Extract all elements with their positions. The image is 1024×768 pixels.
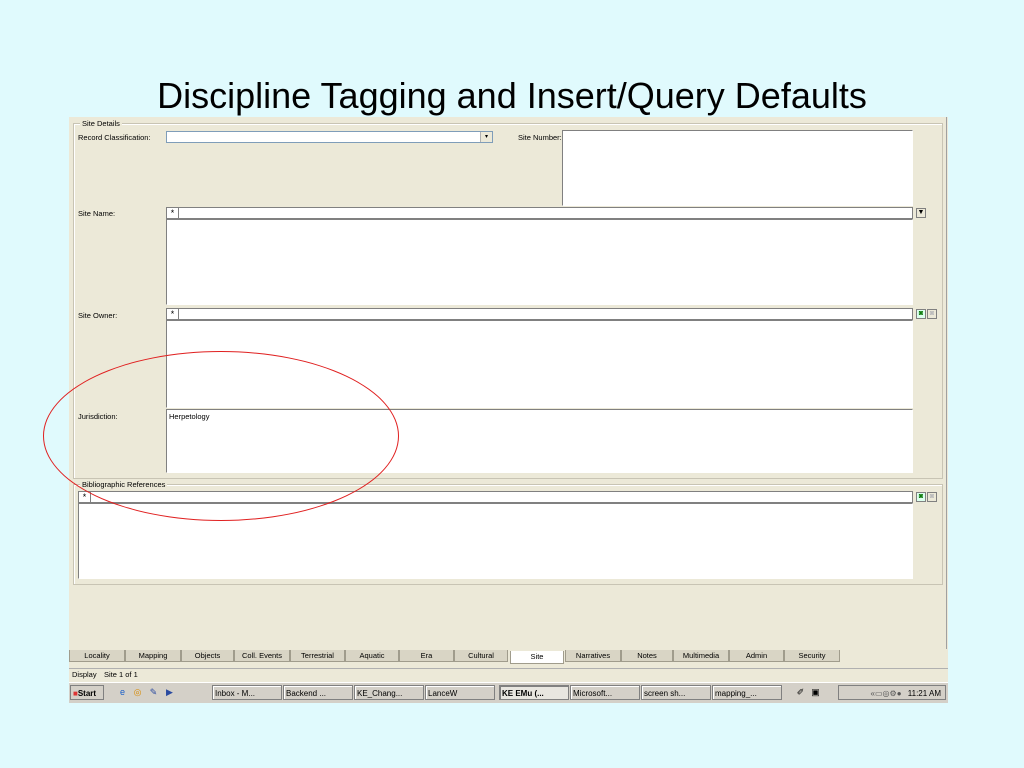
site-number-label: Site Number:	[518, 133, 562, 142]
attach-icon[interactable]: ◙	[916, 492, 926, 502]
status-record: Site 1 of 1	[104, 670, 138, 679]
module-tabs: Locality Mapping Objects Coll. Events Te…	[69, 649, 948, 664]
windows-taskbar: ■Start e ◎ ✎ ▶ Inbox - M... Backend ... …	[69, 682, 948, 703]
record-classification-select[interactable]: ▾	[166, 131, 493, 143]
task-ke-change[interactable]: KE_Chang...	[354, 685, 424, 700]
tab-cultural[interactable]: Cultural	[454, 650, 508, 662]
clock: 11:21 AM	[907, 689, 941, 698]
task-screen-shots[interactable]: screen sh...	[641, 685, 711, 700]
slide-title: Discipline Tagging and Insert/Query Defa…	[157, 75, 867, 116]
tab-aquatic[interactable]: Aquatic	[345, 650, 399, 662]
star-icon: *	[167, 208, 179, 218]
task-ke-emu[interactable]: KE EMu (...	[499, 685, 569, 700]
task-backend[interactable]: Backend ...	[283, 685, 353, 700]
attach-icon[interactable]: ◙	[916, 309, 926, 319]
tray-icons[interactable]: «▭◎⚙●	[871, 689, 902, 698]
bibliographic-legend: Bibliographic References	[80, 480, 168, 489]
status-bar: Display Site 1 of 1	[69, 668, 948, 681]
tab-terrestrial[interactable]: Terrestrial	[290, 650, 345, 662]
media-player-icon[interactable]: ▶	[164, 687, 175, 698]
site-owner-header-row[interactable]: *	[166, 308, 913, 320]
tab-security[interactable]: Security	[784, 650, 840, 662]
site-owner-label: Site Owner:	[78, 311, 118, 320]
site-number-field[interactable]	[562, 130, 913, 206]
star-icon: *	[167, 309, 179, 319]
chevron-down-icon[interactable]: ▾	[480, 132, 492, 142]
task-mapping[interactable]: mapping_...	[712, 685, 782, 700]
tab-coll-events[interactable]: Coll. Events	[234, 650, 290, 662]
tab-mapping[interactable]: Mapping	[125, 650, 181, 662]
tab-objects[interactable]: Objects	[181, 650, 234, 662]
monitor-icon[interactable]: ▣	[810, 687, 821, 698]
emu-window: Site Details Record Classification: ▾ Si…	[69, 117, 948, 703]
outlook-icon[interactable]: ◎	[132, 687, 143, 698]
record-classification-label: Record Classification:	[78, 133, 151, 142]
detach-icon[interactable]: ◙	[927, 309, 937, 319]
site-name-field[interactable]	[166, 219, 913, 305]
bibliographic-field[interactable]	[78, 503, 913, 579]
detach-icon[interactable]: ◙	[927, 492, 937, 502]
jurisdiction-field[interactable]: Herpetology	[166, 409, 913, 473]
site-name-label: Site Name:	[78, 209, 116, 218]
status-mode: Display	[72, 670, 97, 679]
filter-icon[interactable]: ▼	[916, 208, 926, 218]
jurisdiction-value: Herpetology	[169, 412, 210, 421]
site-name-header-row[interactable]: *	[166, 207, 913, 219]
tab-multimedia[interactable]: Multimedia	[673, 650, 729, 662]
tab-locality[interactable]: Locality	[69, 650, 125, 662]
pen-icon[interactable]: ✐	[795, 687, 806, 698]
task-inbox[interactable]: Inbox - M...	[212, 685, 282, 700]
star-icon: *	[79, 492, 91, 502]
bibliographic-header-row[interactable]: *	[78, 491, 913, 503]
internet-explorer-icon[interactable]: e	[117, 687, 128, 698]
tab-narratives[interactable]: Narratives	[565, 650, 621, 662]
system-tray: «▭◎⚙● 11:21 AM	[838, 685, 946, 700]
jurisdiction-label: Jurisdiction:	[78, 412, 118, 421]
tab-site[interactable]: Site	[510, 651, 564, 664]
tab-admin[interactable]: Admin	[729, 650, 784, 662]
task-microsoft[interactable]: Microsoft...	[570, 685, 640, 700]
task-lancew[interactable]: LanceW	[425, 685, 495, 700]
tab-notes[interactable]: Notes	[621, 650, 673, 662]
site-details-legend: Site Details	[80, 119, 122, 128]
site-owner-field[interactable]	[166, 320, 913, 408]
start-button[interactable]: ■Start	[70, 685, 104, 700]
notepad-icon[interactable]: ✎	[148, 687, 159, 698]
tab-era[interactable]: Era	[399, 650, 454, 662]
